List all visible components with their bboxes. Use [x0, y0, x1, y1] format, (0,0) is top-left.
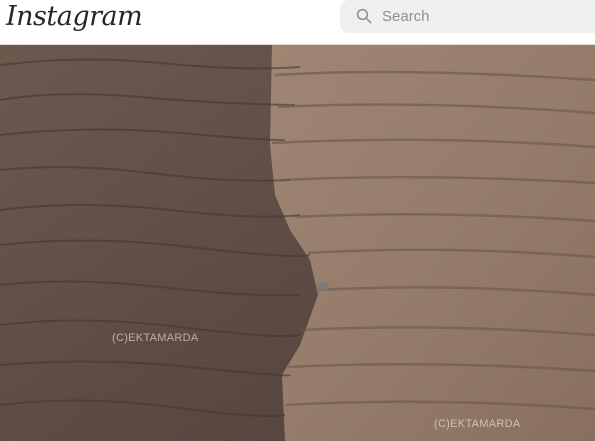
instagram-logo[interactable]: Instagram: [6, 0, 143, 34]
watermark-left: (C)EKTAMARDA: [112, 332, 199, 344]
rock-wall-image: [0, 45, 595, 441]
bird-shape: [317, 282, 329, 292]
watermark-right: (C)EKTAMARDA: [434, 418, 521, 430]
search-icon: [356, 8, 372, 24]
top-navigation-bar: Instagram: [0, 0, 595, 45]
search-box[interactable]: [340, 0, 595, 33]
post-photo[interactable]: (C)EKTAMARDA (C)EKTAMARDA: [0, 45, 595, 441]
search-input[interactable]: [382, 5, 582, 27]
